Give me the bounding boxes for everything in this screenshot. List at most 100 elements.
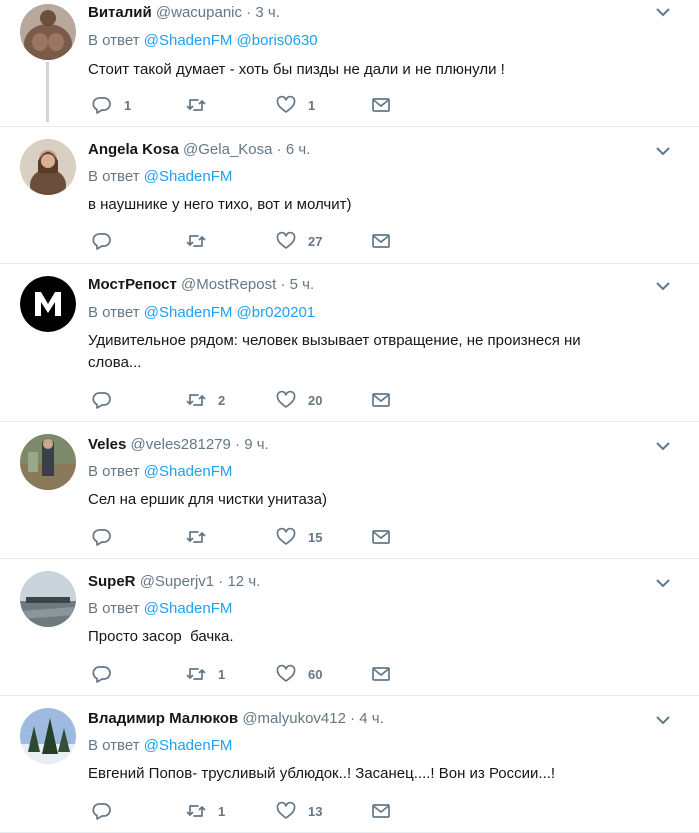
envelope-icon	[372, 98, 390, 112]
like-button[interactable]: 15	[276, 527, 322, 547]
chevron-down-icon[interactable]	[655, 440, 671, 452]
timestamp[interactable]: 4 ч.	[359, 710, 384, 727]
mention-link[interactable]: @ShadenFM	[144, 304, 233, 321]
retweet-button[interactable]	[186, 231, 218, 251]
tweet[interactable]: Владимир Малюков @malyukov412 · 4 ч. В о…	[0, 696, 699, 833]
dm-button[interactable]	[371, 664, 391, 684]
chevron-down-icon[interactable]	[655, 280, 671, 292]
envelope-icon	[372, 530, 390, 544]
reply-icon	[92, 233, 111, 250]
user-handle[interactable]: @MostRepost	[181, 276, 276, 293]
timestamp[interactable]: 12 ч.	[227, 573, 260, 590]
avatar[interactable]	[20, 276, 76, 332]
reply-button[interactable]	[92, 390, 124, 410]
tweet[interactable]: Виталий @wacupanic · 3 ч. В ответ @Shade…	[0, 0, 699, 127]
user-handle[interactable]: @Superjv1	[140, 573, 214, 590]
heart-icon	[276, 527, 296, 545]
avatar[interactable]	[20, 4, 76, 60]
user-name[interactable]: Владимир Малюков	[88, 710, 238, 727]
separator-dot: ·	[276, 141, 282, 158]
chevron-down-icon[interactable]	[655, 145, 671, 157]
dm-button[interactable]	[371, 801, 391, 821]
user-handle[interactable]: @Gela_Kosa	[183, 141, 272, 158]
reply-button[interactable]	[92, 801, 124, 821]
separator-dot: ·	[218, 573, 224, 590]
retweet-button[interactable]: 1	[186, 801, 225, 821]
dm-button[interactable]	[371, 527, 391, 547]
reply-button[interactable]	[92, 664, 124, 684]
reply-prefix: В ответ	[88, 168, 140, 185]
retweet-button[interactable]: 1	[186, 664, 225, 684]
retweet-count: 1	[218, 666, 226, 682]
separator-dot: ·	[350, 710, 356, 727]
retweet-icon	[186, 668, 206, 680]
retweet-icon	[186, 235, 206, 247]
mention-link[interactable]: @ShadenFM	[144, 463, 233, 480]
reply-context: В ответ @ShadenFM @boris0630	[88, 31, 318, 51]
user-name[interactable]: Angela Kosa	[88, 141, 179, 158]
like-count: 15	[308, 529, 323, 545]
user-handle[interactable]: @veles281279	[131, 436, 231, 453]
retweet-button[interactable]	[186, 95, 218, 115]
heart-icon	[276, 95, 296, 113]
envelope-icon	[372, 393, 390, 407]
user-handle[interactable]: @wacupanic	[156, 4, 242, 21]
reply-button[interactable]: 1	[92, 95, 131, 115]
heart-icon	[276, 801, 296, 819]
dm-button[interactable]	[371, 95, 391, 115]
chevron-down-icon[interactable]	[655, 6, 671, 18]
dm-button[interactable]	[371, 231, 391, 251]
reply-button[interactable]	[92, 231, 124, 251]
reply-button[interactable]	[92, 527, 124, 547]
envelope-icon	[372, 804, 390, 818]
user-name[interactable]: МостРепост	[88, 276, 177, 293]
retweet-icon	[186, 99, 206, 111]
chevron-down-icon[interactable]	[655, 577, 671, 589]
reply-context: В ответ @ShadenFM @br020201	[88, 303, 315, 323]
dm-button[interactable]	[371, 390, 391, 410]
reply-icon	[92, 97, 111, 114]
retweet-icon	[186, 394, 206, 406]
tweet[interactable]: МостРепост @MostRepost · 5 ч. В ответ @S…	[0, 264, 699, 422]
mention-link[interactable]: @ShadenFM	[144, 168, 233, 185]
like-button[interactable]: 20	[276, 390, 322, 410]
tweet[interactable]: SupeR @Superjv1 · 12 ч. В ответ @ShadenF…	[0, 559, 699, 696]
user-name[interactable]: SupeR	[88, 573, 136, 590]
user-name[interactable]: Veles	[88, 436, 126, 453]
timestamp[interactable]: 9 ч.	[244, 436, 269, 453]
like-button[interactable]: 60	[276, 664, 322, 684]
separator-dot: ·	[280, 276, 286, 293]
mention-link[interactable]: @br020201	[237, 304, 316, 321]
avatar[interactable]	[20, 571, 76, 627]
mention-link[interactable]: @ShadenFM	[144, 737, 233, 754]
tweet[interactable]: Veles @veles281279 · 9 ч. В ответ @Shade…	[0, 422, 699, 559]
reply-prefix: В ответ	[88, 737, 140, 754]
tweet[interactable]: Angela Kosa @Gela_Kosa · 6 ч. В ответ @S…	[0, 127, 699, 264]
timestamp[interactable]: 3 ч.	[255, 4, 280, 21]
chevron-down-icon[interactable]	[655, 714, 671, 726]
heart-icon	[276, 231, 296, 249]
like-count: 20	[308, 392, 323, 408]
timestamp[interactable]: 5 ч.	[290, 276, 315, 293]
mention-link[interactable]: @boris0630	[237, 32, 318, 49]
user-name[interactable]: Виталий	[88, 4, 152, 21]
reply-context: В ответ @ShadenFM	[88, 462, 232, 482]
reply-icon	[92, 529, 111, 546]
heart-icon	[276, 390, 296, 408]
avatar[interactable]	[20, 434, 76, 490]
mention-link[interactable]: @ShadenFM	[144, 32, 233, 49]
retweet-button[interactable]	[186, 527, 218, 547]
retweet-icon	[186, 531, 206, 543]
separator-dot: ·	[235, 436, 241, 453]
avatar[interactable]	[20, 139, 76, 195]
envelope-icon	[372, 234, 390, 248]
avatar[interactable]	[20, 708, 76, 764]
user-handle[interactable]: @malyukov412	[242, 710, 346, 727]
retweet-button[interactable]: 2	[186, 390, 225, 410]
mention-link[interactable]: @ShadenFM	[144, 600, 233, 617]
like-button[interactable]: 27	[276, 231, 322, 251]
like-button[interactable]: 13	[276, 801, 322, 821]
heart-icon	[276, 664, 296, 682]
timestamp[interactable]: 6 ч.	[286, 141, 311, 158]
like-button[interactable]: 1	[276, 95, 315, 115]
